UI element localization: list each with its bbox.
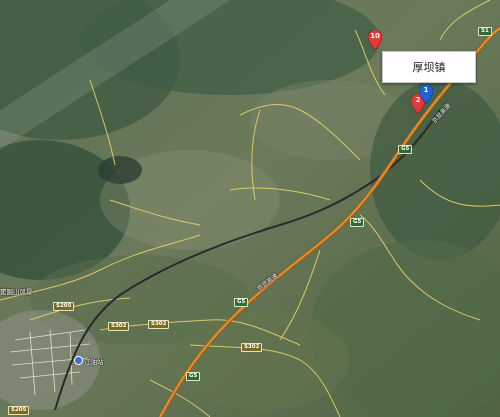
mountain-label: 窦圌山风景 xyxy=(0,288,33,296)
station-icon xyxy=(74,356,83,365)
place-popup[interactable]: 厚坝镇 xyxy=(382,51,476,83)
g5-shield: G5 xyxy=(398,145,413,154)
town-label: 江油站 xyxy=(84,358,104,366)
s302-shield: S302 xyxy=(148,320,170,329)
marker-number: 10 xyxy=(370,32,380,40)
map-marker-1[interactable]: 1 xyxy=(418,83,434,105)
s1-shield: S1 xyxy=(478,27,492,36)
g5-shield: G5 xyxy=(186,372,201,381)
s205-shield: S205 xyxy=(53,302,75,311)
g5-shield: G5 xyxy=(234,298,249,307)
s302-shield: S302 xyxy=(108,322,130,331)
satellite-map[interactable]: G5 G5 G5 G5 S302 S302 S302 S205 S205 S1 … xyxy=(0,0,500,417)
s205-shield: S205 xyxy=(8,406,30,415)
popup-title: 厚坝镇 xyxy=(412,61,446,74)
s302-shield: S302 xyxy=(241,343,263,352)
g5-shield: G5 xyxy=(350,218,365,227)
map-marker-10[interactable]: 10 xyxy=(367,29,383,51)
marker-number: 1 xyxy=(423,86,429,94)
